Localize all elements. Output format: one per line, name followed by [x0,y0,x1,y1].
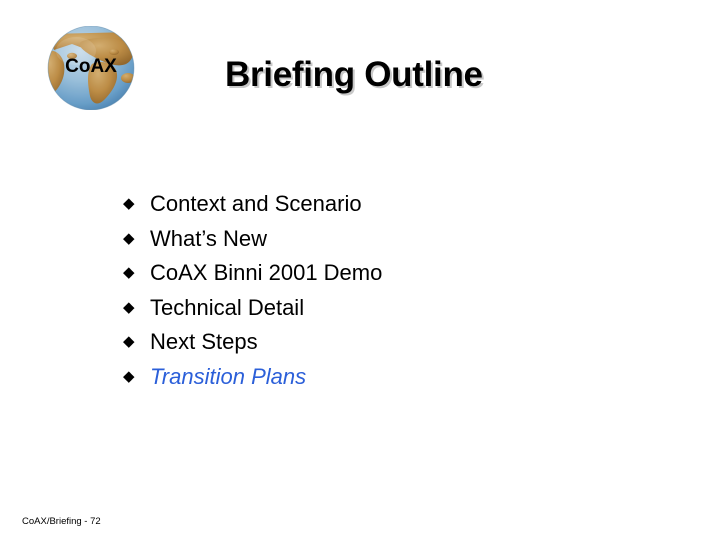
diamond-bullet-icon: ◆ [123,333,135,350]
list-item-label: What’s New [150,225,267,251]
list-item[interactable]: ◆ Next Steps [120,328,640,363]
diamond-bullet-icon: ◆ [123,298,135,316]
list-item[interactable]: ◆ Context and Scenario [120,190,640,225]
list-item-label: CoAX Binni 2001 Demo [150,260,383,285]
coax-globe-logo: CoAX [42,26,140,110]
diamond-bullet-icon: ◆ [123,195,135,212]
list-item-label: Next Steps [150,329,258,354]
list-item[interactable]: ◆ Technical Detail [120,294,640,329]
slide-footer: CoAX/Briefing - 72 [22,516,101,527]
diamond-bullet-icon: ◆ [123,264,135,281]
list-item[interactable]: ◆ Transition Plans [120,363,640,398]
list-item-label: Transition Plans [150,363,307,389]
list-item[interactable]: ◆ What’s New [120,225,640,260]
slide-canvas: CoAX Briefing Outline ◆ Context and Scen… [0,0,720,540]
outline-list: ◆ Context and Scenario ◆ What’s New ◆ Co… [120,190,640,397]
list-item-label: Context and Scenario [150,191,362,216]
diamond-bullet-icon: ◆ [123,229,135,247]
diamond-bullet-icon: ◆ [123,367,135,385]
list-item-label: Technical Detail [150,294,305,320]
list-item[interactable]: ◆ CoAX Binni 2001 Demo [120,259,640,294]
slide-title: Briefing Outline [225,55,483,94]
coax-logo-label: CoAX [65,55,117,77]
